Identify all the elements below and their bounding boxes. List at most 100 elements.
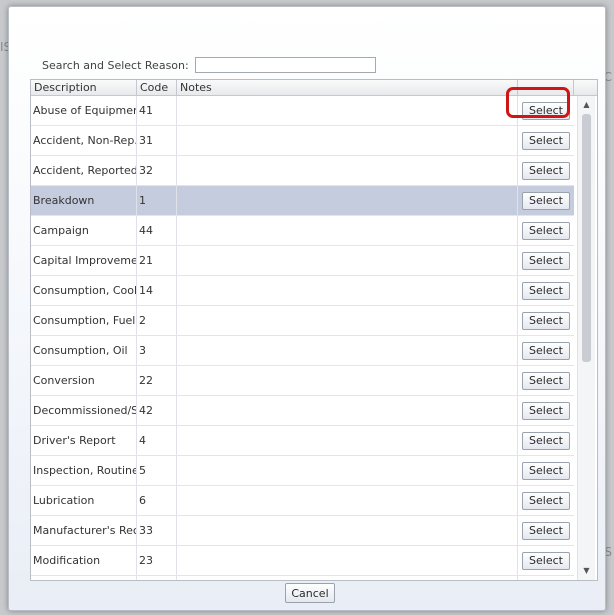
select-button[interactable]: Select xyxy=(522,311,570,330)
select-cell xyxy=(518,576,574,580)
description-cell: Capital Improvement xyxy=(31,246,137,275)
column-header-code[interactable]: Code xyxy=(137,80,177,95)
code-cell: 6 xyxy=(137,486,177,515)
code-cell: 23 xyxy=(137,546,177,575)
select-cell: Select xyxy=(518,456,574,485)
column-header-description[interactable]: Description xyxy=(31,80,137,95)
select-cell: Select xyxy=(518,306,574,335)
table-row[interactable]: Accident, Reported 32 Select xyxy=(31,156,574,186)
description-cell: Modification xyxy=(31,546,137,575)
code-cell: 41 xyxy=(137,96,177,125)
select-reason-dialog: Search and Select Reason: Description Co… xyxy=(8,6,606,611)
description-cell: Campaign xyxy=(31,216,137,245)
cancel-button[interactable]: Cancel xyxy=(285,583,335,603)
table-row[interactable]: Modification 23 Select xyxy=(31,546,574,576)
table-row[interactable]: Conversion 22 Select xyxy=(31,366,574,396)
code-cell: 42 xyxy=(137,396,177,425)
code-cell: 21 xyxy=(137,246,177,275)
select-cell: Select xyxy=(518,546,574,575)
code-cell: 5 xyxy=(137,456,177,485)
table-row[interactable]: Consumption, Cool... 14 Select xyxy=(31,276,574,306)
select-button[interactable]: Select xyxy=(522,401,570,420)
notes-cell xyxy=(177,336,518,365)
code-cell: 33 xyxy=(137,516,177,545)
grid-body: Abuse of Equipment 41 Select Accident, Non-… xyxy=(31,96,574,580)
table-row[interactable]: Manufacturer's Recall33 Select xyxy=(31,516,574,546)
description-cell: Consumption, Fuel xyxy=(31,306,137,335)
table-row[interactable]: Consumption, Oil 3 Select xyxy=(31,336,574,366)
notes-cell xyxy=(177,246,518,275)
description-cell: Inspection, Routine xyxy=(31,456,137,485)
select-cell: Select xyxy=(518,156,574,185)
column-header-notes[interactable]: Notes xyxy=(177,80,518,95)
table-row[interactable]: Inspection, Routine 5 Select xyxy=(31,456,574,486)
notes-cell xyxy=(177,516,518,545)
table-row[interactable]: Accident, Non-Rep... 31 Select xyxy=(31,126,574,156)
select-button[interactable]: Select xyxy=(522,221,570,240)
select-button[interactable]: Select xyxy=(522,191,570,210)
code-cell: 1 xyxy=(137,186,177,215)
description-cell: Manufacturer's Recall xyxy=(31,516,137,545)
notes-cell xyxy=(177,396,518,425)
select-cell: Select xyxy=(518,426,574,455)
reason-grid: Description Code Notes Abuse of Equipmen… xyxy=(30,79,598,581)
scroll-up-arrow-icon[interactable]: ▲ xyxy=(578,98,595,112)
description-cell: Lubrication xyxy=(31,486,137,515)
code-cell: 31 xyxy=(137,126,177,155)
code-cell: 32 xyxy=(137,156,177,185)
code-cell: 2 xyxy=(137,306,177,335)
table-row[interactable]: Campaign 44 Select xyxy=(31,216,574,246)
select-cell: Select xyxy=(518,366,574,395)
description-cell xyxy=(31,576,137,580)
table-row[interactable]: Driver's Report 4 Select xyxy=(31,426,574,456)
table-row[interactable]: Lubrication 6 Select xyxy=(31,486,574,516)
select-button[interactable]: Select xyxy=(522,281,570,300)
notes-cell xyxy=(177,216,518,245)
table-row[interactable]: Breakdown 1 Select xyxy=(31,186,574,216)
description-cell: Decommissioned/S... xyxy=(31,396,137,425)
notes-cell xyxy=(177,186,518,215)
scroll-down-arrow-icon[interactable]: ▼ xyxy=(578,564,595,578)
notes-cell xyxy=(177,546,518,575)
select-button[interactable]: Select xyxy=(522,461,570,480)
description-cell: Consumption, Cool... xyxy=(31,276,137,305)
select-button[interactable]: Select xyxy=(522,251,570,270)
select-cell: Select xyxy=(518,276,574,305)
column-header-select xyxy=(518,80,574,95)
search-input[interactable] xyxy=(194,57,376,73)
select-button[interactable]: Select xyxy=(522,131,570,150)
select-cell: Select xyxy=(518,396,574,425)
vertical-scrollbar[interactable]: ▲ ▼ xyxy=(577,96,595,580)
description-cell: Breakdown xyxy=(31,186,137,215)
notes-cell xyxy=(177,96,518,125)
code-cell: 4 xyxy=(137,426,177,455)
column-header-spacer xyxy=(574,80,596,95)
table-row[interactable] xyxy=(31,576,574,580)
select-button[interactable]: Select xyxy=(522,371,570,390)
notes-cell xyxy=(177,426,518,455)
notes-cell xyxy=(177,276,518,305)
table-row[interactable]: Decommissioned/S...42 Select xyxy=(31,396,574,426)
notes-cell xyxy=(177,486,518,515)
select-button[interactable]: Select xyxy=(522,431,570,450)
notes-cell xyxy=(177,126,518,155)
grid-header: Description Code Notes xyxy=(31,80,597,96)
description-cell: Driver's Report xyxy=(31,426,137,455)
select-button[interactable]: Select xyxy=(522,341,570,360)
scrollbar-thumb[interactable] xyxy=(582,114,591,362)
select-cell: Select xyxy=(518,516,574,545)
table-row[interactable]: Consumption, Fuel 2 Select xyxy=(31,306,574,336)
notes-cell xyxy=(177,366,518,395)
table-row[interactable]: Capital Improvement21 Select xyxy=(31,246,574,276)
code-cell xyxy=(137,576,177,580)
select-button[interactable]: Select xyxy=(522,491,570,510)
search-row: Search and Select Reason: xyxy=(42,56,376,74)
select-button[interactable]: Select xyxy=(522,551,570,570)
search-label: Search and Select Reason: xyxy=(42,58,189,72)
select-button[interactable]: Select xyxy=(522,521,570,540)
select-cell: Select xyxy=(518,246,574,275)
select-button[interactable]: Select xyxy=(522,161,570,180)
table-row[interactable]: Abuse of Equipment 41 Select xyxy=(31,96,574,126)
select-button[interactable]: Select xyxy=(522,101,570,120)
description-cell: Conversion xyxy=(31,366,137,395)
